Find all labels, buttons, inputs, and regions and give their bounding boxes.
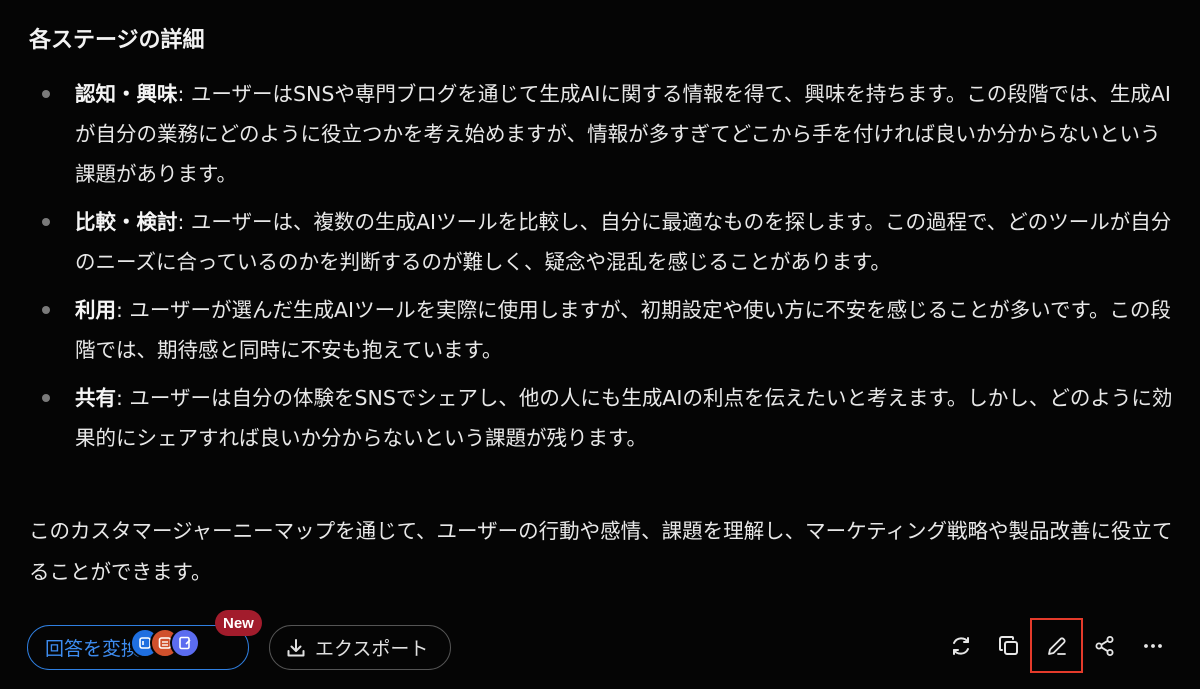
list-item-sharing: 共有: ユーザーは自分の体験をSNSでシェアし、他の人にも生成AIの利点を伝えた… <box>29 378 1179 458</box>
more-icon[interactable] <box>1140 633 1166 659</box>
new-badge: New <box>215 610 262 636</box>
export-label: エクスポート <box>315 638 429 660</box>
model-icon-group[interactable] <box>130 628 210 658</box>
stage-term: 認知・興味 <box>75 82 178 106</box>
model-icon-3 <box>170 628 200 658</box>
share-icon[interactable] <box>1092 633 1118 659</box>
list-item-comparison: 比較・検討: ユーザーは、複数の生成AIツールを比較し、自分に最適なものを探しま… <box>29 202 1179 282</box>
download-icon <box>285 637 307 659</box>
stage-term: 利用 <box>75 298 116 322</box>
stage-description: : ユーザーは、複数の生成AIツールを比較し、自分に最適なものを探します。この過… <box>75 210 1172 274</box>
stage-list: 認知・興味: ユーザーはSNSや専門ブログを通じて生成AIに関する情報を得て、興… <box>29 74 1179 466</box>
summary-paragraph: このカスタマージャーニーマップを通じて、ユーザーの行動や感情、課題を理解し、マー… <box>29 519 1173 584</box>
refresh-icon[interactable] <box>948 633 974 659</box>
list-item-awareness: 認知・興味: ユーザーはSNSや専門ブログを通じて生成AIに関する情報を得て、興… <box>29 74 1179 194</box>
stage-description: : ユーザーは自分の体験をSNSでシェアし、他の人にも生成AIの利点を伝えたいと… <box>75 386 1173 450</box>
edit-icon[interactable] <box>1044 633 1070 659</box>
bullet-dot-icon <box>42 394 50 402</box>
response-toolbar: 回答を変換 New エクスポート <box>0 610 1200 680</box>
rephrase-label: 回答を変換 <box>45 638 141 660</box>
bullet-dot-icon <box>42 306 50 314</box>
stage-description: : ユーザーはSNSや専門ブログを通じて生成AIに関する情報を得て、興味を持ちま… <box>75 82 1171 186</box>
section-heading: 各ステージの詳細 <box>29 28 205 53</box>
bullet-dot-icon <box>42 90 50 98</box>
list-item-usage: 利用: ユーザーが選んだ生成AIツールを実際に使用しますが、初期設定や使い方に不… <box>29 290 1179 370</box>
stage-term: 比較・検討 <box>75 210 178 234</box>
copy-icon[interactable] <box>996 633 1022 659</box>
bullet-dot-icon <box>42 218 50 226</box>
stage-term: 共有 <box>75 386 116 410</box>
export-button[interactable]: エクスポート <box>269 625 451 670</box>
stage-description: : ユーザーが選んだ生成AIツールを実際に使用しますが、初期設定や使い方に不安を… <box>75 298 1172 362</box>
